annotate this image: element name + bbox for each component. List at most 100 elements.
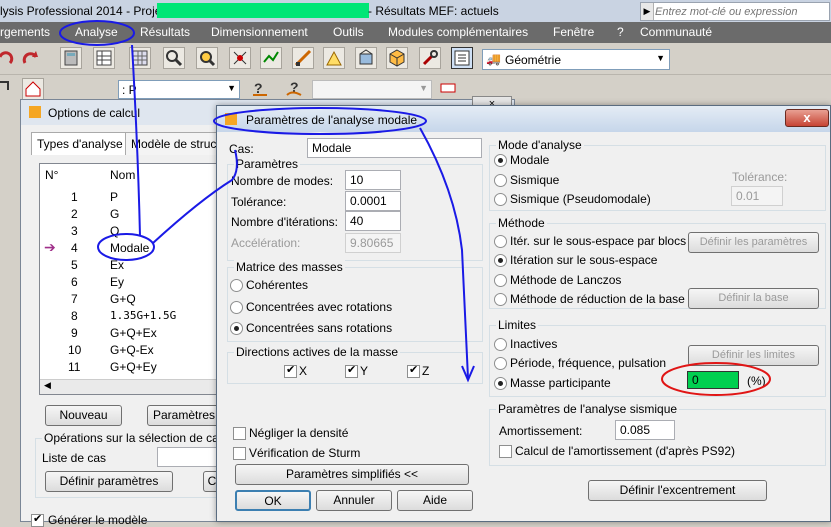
search-box[interactable]: ▶ <box>640 2 830 21</box>
bar-icon[interactable] <box>292 47 314 69</box>
undo-icon[interactable] <box>0 47 16 69</box>
simplified-params-button[interactable]: Paramètres simplifiés << <box>235 464 469 485</box>
structure-icon[interactable] <box>355 47 377 69</box>
table-row[interactable]: 9 G+Q+Ex <box>40 326 238 342</box>
menu-item-resultats[interactable]: Résultats <box>140 25 190 39</box>
table-row[interactable]: 8 1.35G+1.5G <box>40 309 238 325</box>
column-header-name[interactable]: Nom <box>110 168 135 182</box>
node-icon[interactable] <box>229 47 251 69</box>
define-base-button[interactable]: Définir la base <box>688 288 819 309</box>
help-load-icon[interactable]: ? <box>284 78 306 100</box>
method-subspace-radio[interactable] <box>494 254 507 267</box>
mode-tolerance-input[interactable]: 0.01 <box>731 186 783 206</box>
mass-concentrated-norot-radio[interactable] <box>230 322 243 335</box>
menu-item-outils[interactable]: Outils <box>333 25 364 39</box>
table-row[interactable]: 3Q <box>40 224 238 240</box>
table-row[interactable]: 5 Ex <box>40 258 238 274</box>
new-button[interactable]: Nouveau <box>45 405 122 426</box>
mass-coherent-radio[interactable] <box>230 279 243 292</box>
generate-model-checkbox[interactable]: ✔ <box>31 513 44 527</box>
table-row[interactable]: 11 G+Q+Ey <box>40 360 238 376</box>
limits-inactive-radio[interactable] <box>494 338 507 351</box>
mass-concentrated-rot-radio[interactable] <box>230 301 243 314</box>
tools-icon[interactable] <box>419 47 441 69</box>
modal-dialog-titlebar: Paramètres de l'analyse modale x <box>217 106 830 132</box>
mode-seismic-radio[interactable] <box>494 174 507 187</box>
menu-item-fenetre[interactable]: Fenêtre <box>553 25 594 39</box>
horizontal-scrollbar[interactable]: ◀ <box>40 379 238 394</box>
empty-combo[interactable]: ▼ <box>312 80 432 99</box>
method-base-reduction-radio[interactable] <box>494 293 507 306</box>
tab-modele-structure[interactable]: Modèle de structu <box>125 132 229 155</box>
direction-z-checkbox[interactable]: ✔ <box>407 364 420 378</box>
analysis-rows: 1P 2G 3Q ➔ 4 Modale 5 Ex 6 Ey 7 G+Q 8 1.35G+1… <box>40 186 238 382</box>
house-icon[interactable] <box>22 78 44 100</box>
table-row[interactable]: 10 G+Q-Ex <box>40 343 238 359</box>
column-header-num[interactable]: N° <box>45 168 58 182</box>
menu-item-dimensionnement[interactable]: Dimensionnement <box>211 25 308 39</box>
menu-item-communaute[interactable]: Communauté <box>640 25 712 39</box>
method-block-subspace-radio[interactable] <box>494 235 507 248</box>
scroll-left-icon[interactable]: ◀ <box>44 380 51 391</box>
mode-modal-radio[interactable] <box>494 154 507 167</box>
cube-icon[interactable] <box>386 47 408 69</box>
define-limits-button[interactable]: Définir les limites <box>688 345 819 366</box>
layout-combo[interactable]: 🚚 Géométrie ▼ <box>482 49 670 70</box>
table-row[interactable]: 1P <box>40 190 238 206</box>
sturm-checkbox[interactable] <box>233 447 246 460</box>
menu-item-help[interactable]: ? <box>617 25 624 39</box>
acceleration-input[interactable]: 9.80665 <box>345 233 401 253</box>
tab-types-analyse[interactable]: Types d'analyse <box>31 132 129 155</box>
nb-iterations-input[interactable]: 40 <box>345 211 401 231</box>
ok-button[interactable]: OK <box>235 490 311 511</box>
layout-icon[interactable] <box>451 47 473 69</box>
method-lanczos-radio[interactable] <box>494 274 507 287</box>
analysis-case-list[interactable]: N° Nom 1P 2G 3Q ➔ 4 Modale 5 Ex 6 Ey 7 G+Q 8… <box>39 163 239 395</box>
close-button[interactable]: x <box>785 109 829 127</box>
help-arrow-icon[interactable] <box>0 78 16 100</box>
zoom-region-icon[interactable] <box>196 47 218 69</box>
define-eccentricity-button[interactable]: Définir l'excentrement <box>588 480 767 501</box>
zoom-icon[interactable] <box>163 47 185 69</box>
menu-item-chargements[interactable]: rgements <box>0 25 50 39</box>
grid-icon[interactable] <box>129 47 151 69</box>
help-button[interactable]: Aide <box>397 490 473 511</box>
table-icon[interactable] <box>93 47 115 69</box>
case-field[interactable]: Modale <box>307 138 482 158</box>
chevron-down-icon[interactable]: ▼ <box>419 83 428 93</box>
case-list-input[interactable] <box>157 447 221 467</box>
redaction-mask <box>157 3 369 18</box>
table-row[interactable]: 7 G+Q <box>40 292 238 308</box>
table-row-selected[interactable]: ➔ 4 Modale <box>40 239 238 257</box>
search-input[interactable] <box>655 3 827 20</box>
limits-period-radio[interactable] <box>494 357 507 370</box>
limits-mass-radio[interactable] <box>494 377 507 390</box>
damping-input[interactable]: 0.085 <box>615 420 675 440</box>
define-params-button[interactable]: Définir les paramètres <box>688 232 819 253</box>
help-case-icon[interactable]: ? <box>250 78 272 100</box>
table-row[interactable]: 6 Ey <box>40 275 238 291</box>
cancel-button[interactable]: Annuler <box>316 490 392 511</box>
params-button[interactable]: Paramètres <box>147 405 221 426</box>
damping-calc-checkbox[interactable] <box>499 445 512 458</box>
menu-item-modules[interactable]: Modules complémentaires <box>388 25 528 39</box>
neglect-density-checkbox[interactable] <box>233 427 246 440</box>
define-params-button[interactable]: Définir paramètres <box>45 471 173 492</box>
nb-modes-input[interactable]: 10 <box>345 170 401 190</box>
direction-x-checkbox[interactable]: ✔ <box>284 364 297 378</box>
menu-item-analyse[interactable]: Analyse <box>75 25 118 39</box>
mass-participating-input[interactable]: 0 <box>687 371 739 389</box>
panel-icon[interactable] <box>438 78 460 100</box>
tolerance-input[interactable]: 0.0001 <box>345 191 401 211</box>
chevron-down-icon[interactable]: ▼ <box>227 83 236 93</box>
calculator-icon[interactable] <box>60 47 82 69</box>
chevron-down-icon[interactable]: ▼ <box>656 53 665 63</box>
search-arrow-icon[interactable]: ▶ <box>641 3 654 20</box>
load-icon[interactable] <box>323 47 345 69</box>
table-row[interactable]: 2G <box>40 207 238 223</box>
redo-icon[interactable] <box>20 47 42 69</box>
direction-y-checkbox[interactable]: ✔ <box>345 364 358 378</box>
mode-pseudomodal-radio[interactable] <box>494 193 507 206</box>
check-icon[interactable] <box>260 47 282 69</box>
case-combo[interactable]: : P ▼ <box>118 80 240 99</box>
